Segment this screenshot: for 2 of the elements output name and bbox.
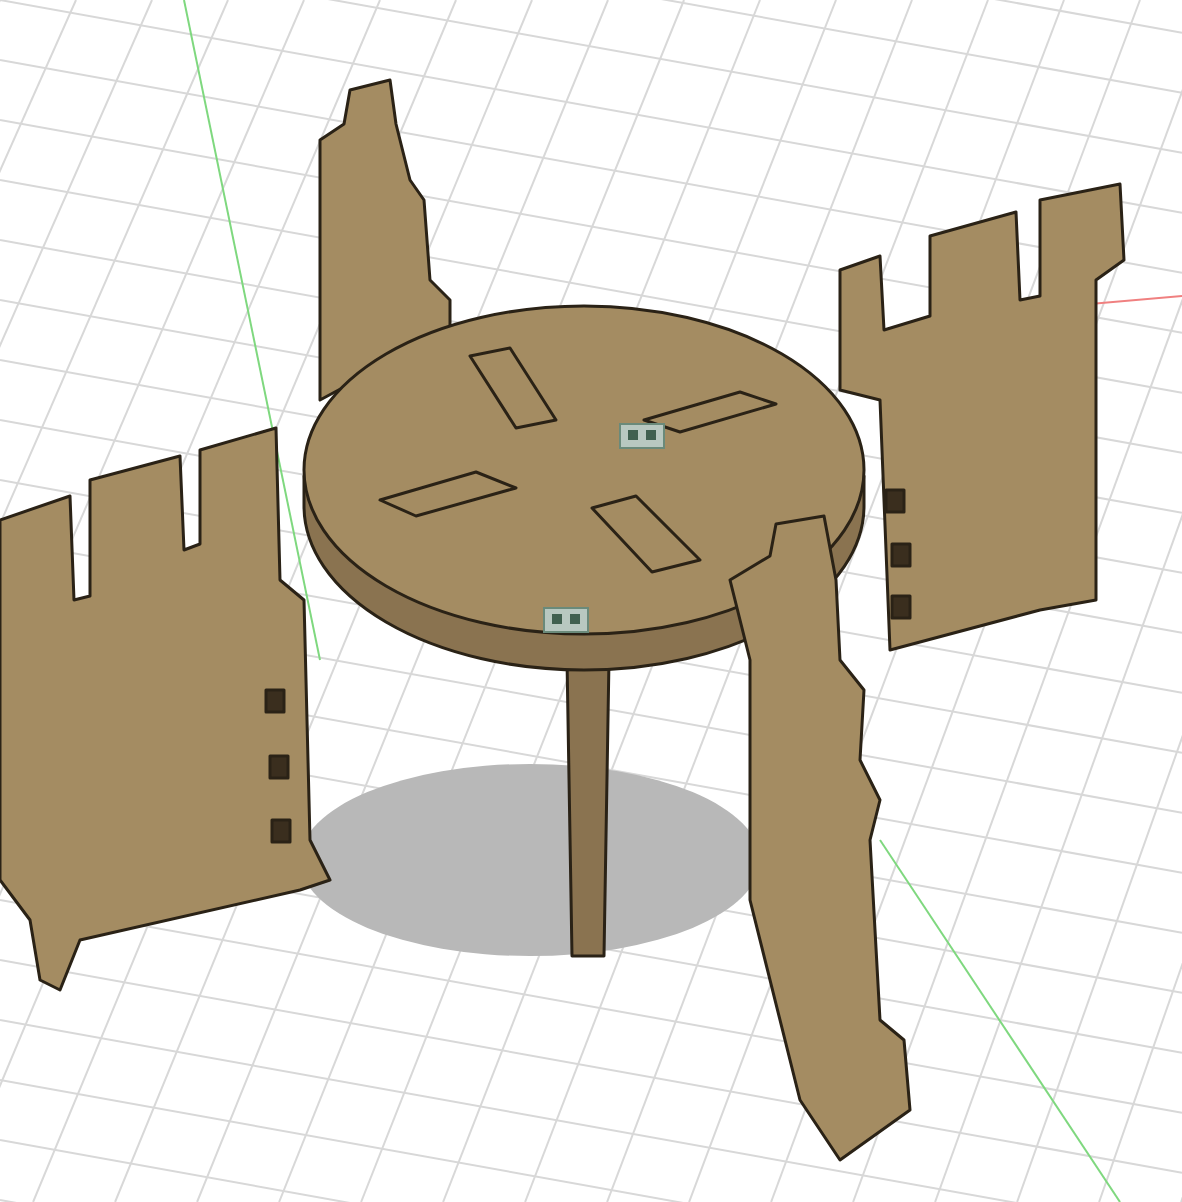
- joint-marker-icon[interactable]: [619, 423, 665, 449]
- joint-marker-icon[interactable]: [543, 607, 589, 633]
